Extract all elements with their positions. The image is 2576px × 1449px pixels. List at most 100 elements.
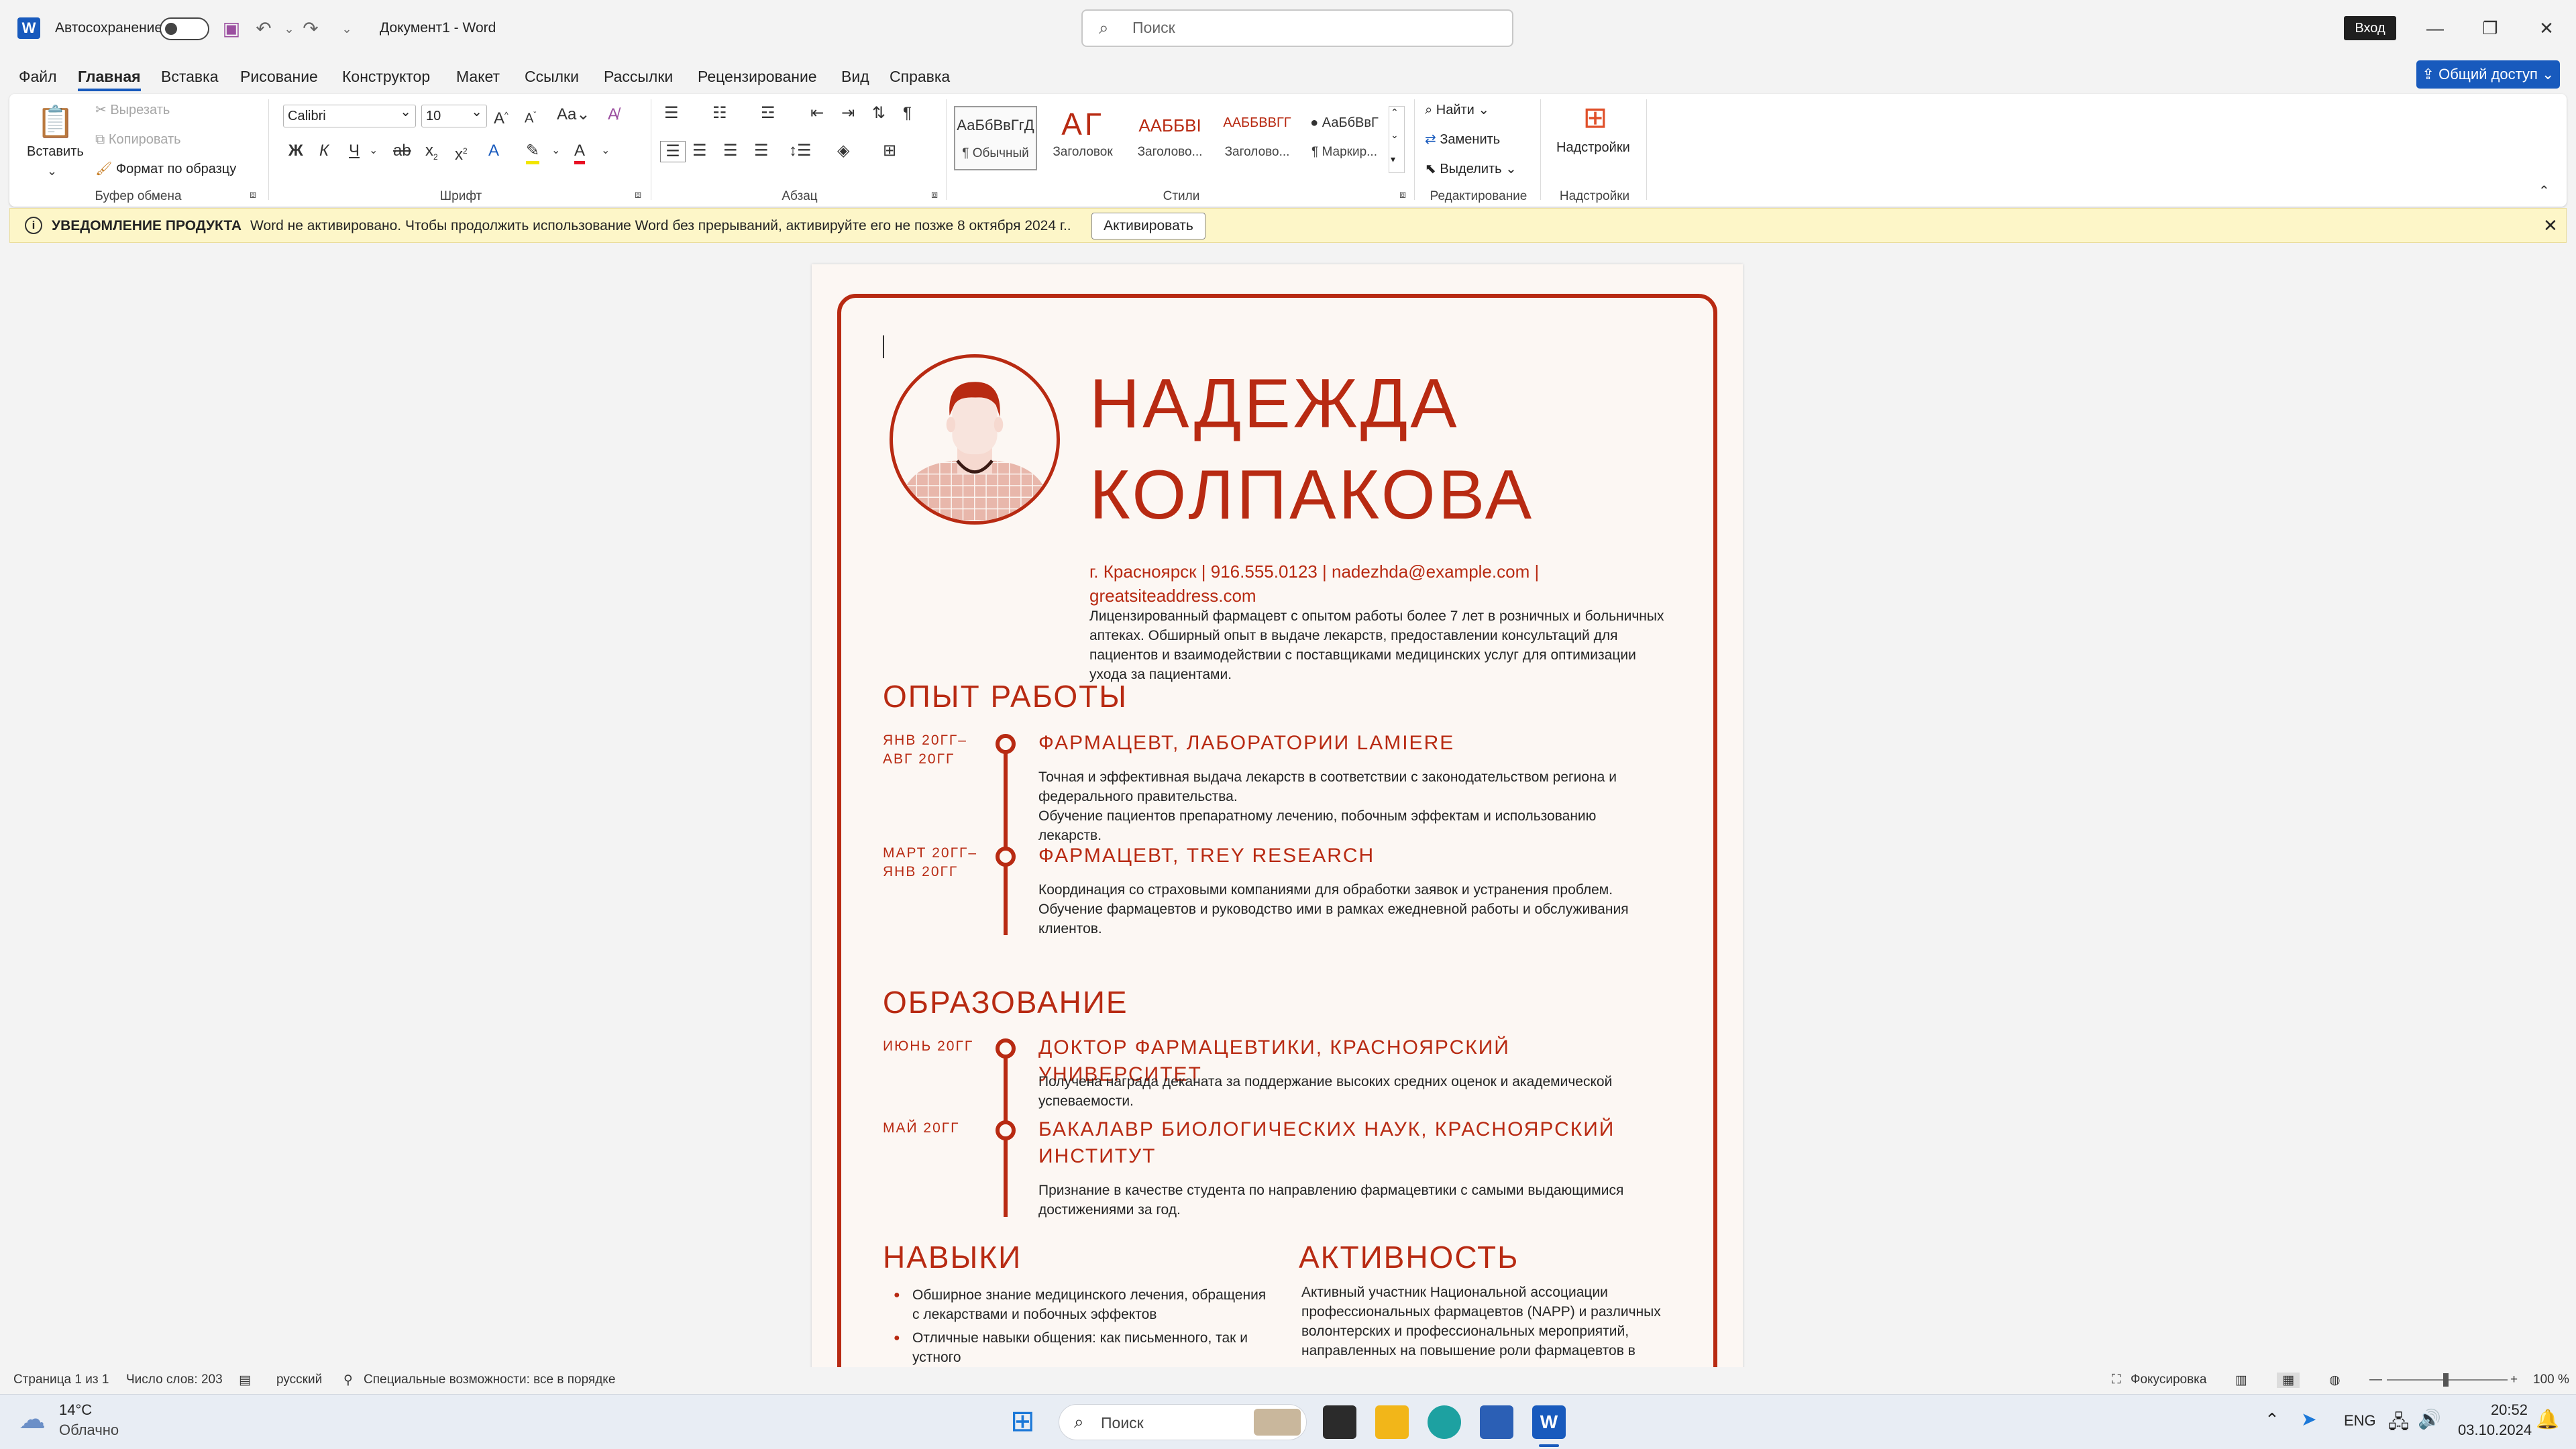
- copilot-icon[interactable]: ➤: [2301, 1408, 2316, 1430]
- subscript-icon[interactable]: x2: [425, 141, 438, 167]
- align-center-icon[interactable]: ☰: [692, 141, 707, 161]
- styles-scroll-down-icon[interactable]: ⌄: [1391, 129, 1399, 141]
- collapse-ribbon-icon[interactable]: ⌃: [2538, 181, 2550, 201]
- bold-icon[interactable]: Ж: [288, 141, 303, 161]
- page-count[interactable]: Страница 1 из 1: [13, 1373, 109, 1387]
- close-button[interactable]: ✕: [2520, 11, 2573, 46]
- clock-date[interactable]: 03.10.2024: [2458, 1421, 2532, 1439]
- tray-overflow-icon[interactable]: ⌃: [2265, 1409, 2279, 1430]
- bullets-icon[interactable]: ☰: [664, 103, 679, 123]
- show-marks-icon[interactable]: ¶: [903, 103, 912, 123]
- line-spacing-icon[interactable]: ↕☰: [789, 141, 812, 161]
- weather-temperature[interactable]: 14°C: [59, 1401, 92, 1419]
- format-painter-button[interactable]: 🖌 Формат по образцу: [95, 160, 236, 178]
- font-name-dropdown[interactable]: Calibri: [283, 101, 416, 127]
- tab-home[interactable]: Главная: [78, 64, 141, 91]
- grow-font-icon[interactable]: A^: [494, 105, 508, 129]
- paste-button[interactable]: Вставить: [27, 142, 84, 161]
- edge-icon[interactable]: [1428, 1405, 1461, 1439]
- decrease-indent-icon[interactable]: ⇤: [810, 103, 824, 123]
- styles-more-icon[interactable]: ▾: [1391, 154, 1395, 165]
- text-effects-icon[interactable]: A: [488, 141, 499, 161]
- font-color-dropdown-icon[interactable]: ⌄: [601, 141, 610, 161]
- start-icon[interactable]: ⊞: [1010, 1404, 1035, 1438]
- zoom-level[interactable]: 100 %: [2533, 1373, 2569, 1387]
- cut-button[interactable]: ✂ Вырезать: [95, 101, 170, 119]
- document-canvas[interactable]: НАДЕЖДА КОЛПАКОВА г. Красноярск | 916.55…: [0, 244, 2576, 1367]
- document-page[interactable]: НАДЕЖДА КОЛПАКОВА г. Красноярск | 916.55…: [812, 264, 1743, 1367]
- autosave-toggle[interactable]: [160, 17, 209, 40]
- customize-quick-access-icon[interactable]: ⌄: [334, 16, 360, 42]
- clock-time[interactable]: 20:52: [2461, 1401, 2528, 1419]
- notifications-icon[interactable]: 🔔: [2536, 1408, 2559, 1430]
- multilevel-list-icon[interactable]: ☲: [761, 103, 775, 123]
- signin-button[interactable]: Вход: [2344, 16, 2396, 40]
- share-button[interactable]: ⇪ Общий доступ ⌄: [2416, 60, 2560, 89]
- language-indicator[interactable]: русский: [276, 1373, 322, 1387]
- tab-insert[interactable]: Вставка: [161, 64, 219, 89]
- restore-button[interactable]: ❐: [2463, 11, 2517, 46]
- paste-dropdown-icon[interactable]: ⌄: [47, 161, 57, 181]
- highlight-dropdown-icon[interactable]: ⌄: [551, 141, 560, 161]
- focus-mode-button[interactable]: Фокусировка: [2131, 1373, 2206, 1387]
- styles-launcher-icon[interactable]: ⧈: [1399, 189, 1406, 201]
- align-right-icon[interactable]: ☰: [723, 141, 738, 161]
- addins-button[interactable]: Надстройки: [1556, 138, 1630, 157]
- shrink-font-icon[interactable]: Aˇ: [525, 105, 536, 129]
- strikethrough-icon[interactable]: ab: [393, 141, 411, 161]
- web-layout-icon[interactable]: ◍: [2329, 1373, 2341, 1388]
- zoom-in-icon[interactable]: +: [2510, 1373, 2518, 1387]
- word-taskbar-icon[interactable]: W: [1532, 1405, 1566, 1439]
- volume-icon[interactable]: 🔊: [2418, 1408, 2441, 1430]
- change-case-icon[interactable]: Aa⌄: [557, 105, 590, 125]
- print-layout-icon[interactable]: ▦: [2277, 1373, 2300, 1388]
- tab-draw[interactable]: Рисование: [240, 64, 318, 89]
- justify-icon[interactable]: ☰: [754, 141, 769, 161]
- undo-icon[interactable]: ↶: [251, 16, 276, 42]
- superscript-icon[interactable]: x2: [455, 141, 468, 165]
- borders-icon[interactable]: ⊞: [883, 141, 896, 161]
- styles-scroll[interactable]: ⌃ ⌄ ▾: [1389, 106, 1405, 173]
- weather-condition[interactable]: Облачно: [59, 1421, 119, 1439]
- underline-icon[interactable]: Ч: [349, 141, 360, 161]
- clear-formatting-icon[interactable]: A̸: [608, 105, 619, 125]
- find-button[interactable]: ⌕ Найти ⌄: [1425, 101, 1489, 119]
- zoom-out-icon[interactable]: —: [2369, 1373, 2382, 1387]
- tab-view[interactable]: Вид: [841, 64, 869, 89]
- sort-icon[interactable]: ⇅: [872, 103, 885, 123]
- word-count[interactable]: Число слов: 203: [126, 1373, 223, 1387]
- style-heading1[interactable]: ААББВІ Заголово...: [1128, 106, 1212, 170]
- minimize-button[interactable]: —: [2408, 11, 2462, 46]
- weather-icon[interactable]: ☁: [19, 1404, 46, 1435]
- close-notification-icon[interactable]: ✕: [2543, 215, 2558, 236]
- tab-review[interactable]: Рецензирование: [698, 64, 817, 89]
- align-left-icon[interactable]: ☰: [660, 141, 686, 162]
- store-icon[interactable]: [1480, 1405, 1513, 1439]
- styles-scroll-up-icon[interactable]: ⌃: [1391, 107, 1399, 118]
- select-button[interactable]: ⬉ Выделить ⌄: [1425, 160, 1517, 178]
- save-icon[interactable]: ▣: [219, 16, 244, 42]
- numbering-icon[interactable]: ☷: [712, 103, 727, 123]
- search-box[interactable]: ⌕ Поиск: [1081, 9, 1513, 47]
- style-list-bullet[interactable]: ● АаБбВвГ ¶ Маркир...: [1303, 106, 1386, 170]
- shading-icon[interactable]: ◈: [837, 141, 849, 161]
- increase-indent-icon[interactable]: ⇥: [841, 103, 855, 123]
- tab-design[interactable]: Конструктор: [342, 64, 430, 89]
- tab-references[interactable]: Ссылки: [525, 64, 579, 89]
- style-title[interactable]: АГ Заголовок: [1041, 106, 1124, 170]
- underline-dropdown-icon[interactable]: ⌄: [369, 141, 378, 161]
- font-launcher-icon[interactable]: ⧈: [635, 189, 641, 201]
- font-color-icon[interactable]: A: [574, 141, 586, 164]
- font-size-dropdown[interactable]: 10: [421, 101, 487, 127]
- tab-mailings[interactable]: Рассылки: [604, 64, 673, 89]
- tab-file[interactable]: Файл: [19, 64, 57, 89]
- proofing-icon[interactable]: ▤: [239, 1373, 251, 1388]
- paragraph-launcher-icon[interactable]: ⧈: [931, 189, 938, 201]
- style-normal[interactable]: АаБбВвГгД ¶ Обычный: [954, 106, 1037, 170]
- taskbar-search[interactable]: ⌕ Поиск: [1059, 1404, 1307, 1440]
- task-view-icon[interactable]: [1323, 1405, 1356, 1439]
- zoom-slider-thumb[interactable]: [2443, 1373, 2449, 1387]
- accessibility-status[interactable]: Специальные возможности: все в порядке: [364, 1373, 615, 1387]
- zoom-slider[interactable]: [2387, 1373, 2508, 1387]
- network-icon[interactable]: 🖧: [2388, 1408, 2409, 1440]
